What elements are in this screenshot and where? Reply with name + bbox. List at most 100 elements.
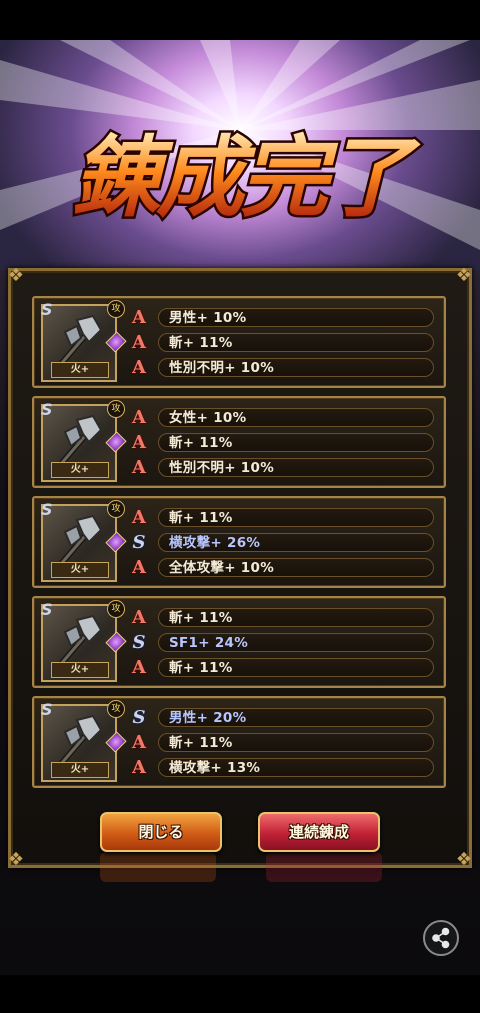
rank-icon: A xyxy=(132,557,146,578)
status-bar xyxy=(0,0,480,40)
corner-ornament-icon: ❖ xyxy=(455,849,473,870)
rarity-mark-icon: S xyxy=(41,500,53,519)
stat-bar: 男性+ 10% xyxy=(158,308,434,327)
gear-result-card[interactable]: S 攻火+ S 男性+ 20% A 斬+ 11% A 横攻撃+ 13% xyxy=(32,696,446,788)
rank-icon: A xyxy=(132,357,146,378)
element-label: 火+ xyxy=(51,462,109,478)
rank-icon: A xyxy=(132,657,146,678)
stat-row: A 斬+ 11% xyxy=(130,657,436,678)
rank-icon: S xyxy=(132,707,146,728)
gear-result-card[interactable]: S 攻火+ A 斬+ 11% S SF1+ 24% A 斬+ 11% xyxy=(32,596,446,688)
rank-icon: A xyxy=(132,332,146,353)
share-icon xyxy=(432,927,450,949)
stat-bar: 全体攻撃+ 10% xyxy=(158,558,434,577)
rank-icon: A xyxy=(132,757,146,778)
attack-badge-icon: 攻 xyxy=(107,500,125,518)
rank-icon: A xyxy=(132,732,146,753)
close-button[interactable]: 閉じる xyxy=(100,812,222,852)
stat-text: SF1+ 24% xyxy=(169,635,249,651)
stat-text: 横攻撃+ 13% xyxy=(169,760,261,776)
stat-bar: 斬+ 11% xyxy=(158,658,434,677)
stat-text: 性別不明+ 10% xyxy=(169,460,275,476)
rank-icon: A xyxy=(132,457,146,478)
rank-icon: A xyxy=(132,432,146,453)
stat-text: 斬+ 11% xyxy=(169,510,233,526)
stat-bar: 斬+ 11% xyxy=(158,333,434,352)
stat-row: A 横攻撃+ 13% xyxy=(130,757,436,778)
stat-text: 男性+ 10% xyxy=(169,310,247,326)
stat-bar: 男性+ 20% xyxy=(158,708,434,727)
gear-result-card[interactable]: S 攻火+ A 男性+ 10% A 斬+ 11% A 性別不明+ 10% xyxy=(32,296,446,388)
gear-thumbnail: S 攻火+ xyxy=(41,400,127,482)
attack-badge-icon: 攻 xyxy=(107,700,125,718)
stat-bar: 斬+ 11% xyxy=(158,608,434,627)
stat-bar: 斬+ 11% xyxy=(158,433,434,452)
gear-thumbnail: S 攻火+ xyxy=(41,500,127,582)
stat-text: 女性+ 10% xyxy=(169,410,247,426)
button-shadow xyxy=(266,852,382,882)
rank-icon: A xyxy=(132,407,146,428)
rank-icon: S xyxy=(132,532,146,553)
rarity-mark-icon: S xyxy=(41,600,53,619)
stat-row: S 男性+ 20% xyxy=(130,707,436,728)
attack-badge-icon: 攻 xyxy=(107,400,125,418)
stat-bar: 斬+ 11% xyxy=(158,733,434,752)
stat-row: A 女性+ 10% xyxy=(130,407,436,428)
rank-icon: A xyxy=(132,607,146,628)
axe-icon xyxy=(58,514,103,566)
corner-ornament-icon: ❖ xyxy=(455,265,473,286)
stat-row: S 横攻撃+ 26% xyxy=(130,532,436,553)
gear-thumbnail: S 攻火+ xyxy=(41,700,127,782)
element-label: 火+ xyxy=(51,362,109,378)
stat-text: 斬+ 11% xyxy=(169,610,233,626)
stat-bar: 横攻撃+ 26% xyxy=(158,533,434,552)
stat-bar: 横攻撃+ 13% xyxy=(158,758,434,777)
element-label: 火+ xyxy=(51,562,109,578)
axe-icon xyxy=(58,314,103,366)
corner-ornament-icon: ❖ xyxy=(7,849,25,870)
stat-row: A 斬+ 11% xyxy=(130,732,436,753)
stat-row: S SF1+ 24% xyxy=(130,632,436,653)
stat-bar: 性別不明+ 10% xyxy=(158,358,434,377)
gear-result-card[interactable]: S 攻火+ A 斬+ 11% S 横攻撃+ 26% A 全体攻撃+ 10% xyxy=(32,496,446,588)
stat-text: 全体攻撃+ 10% xyxy=(169,560,275,576)
stat-row: A 性別不明+ 10% xyxy=(130,457,436,478)
stat-text: 性別不明+ 10% xyxy=(169,360,275,376)
stat-bar: 性別不明+ 10% xyxy=(158,458,434,477)
rarity-mark-icon: S xyxy=(41,400,53,419)
title-text: 錬成完了 xyxy=(72,125,421,229)
gear-thumbnail: S 攻火+ xyxy=(41,600,127,682)
rank-icon: A xyxy=(132,307,146,328)
attack-badge-icon: 攻 xyxy=(107,600,125,618)
stat-row: A 斬+ 11% xyxy=(130,507,436,528)
element-label: 火+ xyxy=(51,762,109,778)
stat-text: 斬+ 11% xyxy=(169,735,233,751)
rank-icon: A xyxy=(132,507,146,528)
stat-row: A 全体攻撃+ 10% xyxy=(130,557,436,578)
gear-result-card[interactable]: S 攻火+ A 女性+ 10% A 斬+ 11% A 性別不明+ 10% xyxy=(32,396,446,488)
stat-text: 斬+ 11% xyxy=(169,660,233,676)
gear-thumbnail: S 攻火+ xyxy=(41,300,127,382)
axe-icon xyxy=(58,614,103,666)
stat-text: 斬+ 11% xyxy=(169,335,233,351)
stat-bar: 斬+ 11% xyxy=(158,508,434,527)
rarity-mark-icon: S xyxy=(41,700,53,719)
element-label: 火+ xyxy=(51,662,109,678)
corner-ornament-icon: ❖ xyxy=(7,265,25,286)
rarity-mark-icon: S xyxy=(41,300,53,319)
title-banner: 錬成完了 xyxy=(69,123,427,232)
axe-icon xyxy=(58,714,103,766)
stat-row: A 斬+ 11% xyxy=(130,432,436,453)
stat-bar: SF1+ 24% xyxy=(158,633,434,652)
continue-forge-button[interactable]: 連続錬成 xyxy=(258,812,380,852)
stat-bar: 女性+ 10% xyxy=(158,408,434,427)
axe-icon xyxy=(58,414,103,466)
navigation-bar xyxy=(0,975,480,1013)
stat-text: 斬+ 11% xyxy=(169,435,233,451)
stat-text: 男性+ 20% xyxy=(169,710,247,726)
stat-row: A 斬+ 11% xyxy=(130,607,436,628)
stat-row: A 男性+ 10% xyxy=(130,307,436,328)
share-button[interactable] xyxy=(423,920,459,956)
stat-row: A 性別不明+ 10% xyxy=(130,357,436,378)
rank-icon: S xyxy=(132,632,146,653)
